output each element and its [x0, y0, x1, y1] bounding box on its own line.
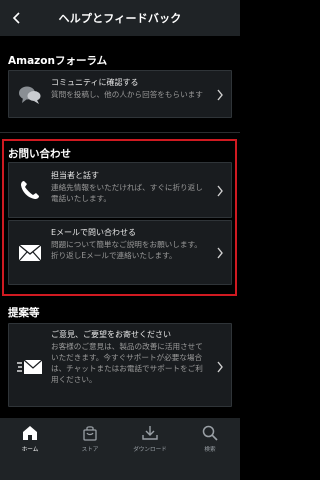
email-contact-card[interactable]: Eメールで問い合わせる 問題について簡単なご説明をお願いします。折り返しEメール… [8, 220, 232, 285]
community-card-text: コミュニティに確認する 質問を投稿し、他の人から回答をもらいます [51, 77, 209, 100]
nav-item-home[interactable]: ホーム [0, 418, 60, 480]
shopping-bag-icon [81, 424, 99, 442]
chevron-right-icon [215, 360, 225, 374]
envelope-icon [17, 240, 43, 266]
nav-label-home: ホーム [21, 447, 39, 453]
download-icon [141, 424, 159, 442]
back-button[interactable] [6, 7, 28, 29]
nav-item-download[interactable]: ダウンロード [120, 418, 180, 480]
email-contact-text: Eメールで問い合わせる 問題について簡単なご説明をお願いします。折り返しEメール… [51, 227, 209, 261]
phone-icon [17, 177, 43, 203]
feedback-card[interactable]: ご意見、ご要望をお寄せください お客様のご意見は、製品の改善に活用させていただき… [8, 323, 232, 407]
talk-to-agent-desc: 連絡先情報をいただければ、すぐに折り返し電話いたします。 [51, 183, 203, 203]
email-contact-desc: 問題について簡単なご説明をお願いします。折り返しEメールで連絡いたします。 [51, 240, 202, 260]
community-card-title: コミュニティに確認する [51, 78, 139, 87]
feedback-card-desc: お客様のご意見は、製品の改善に活用させていただきます。今すぐサポートが必要な場合… [51, 342, 203, 384]
talk-to-agent-text: 担当者と話す 連絡先情報をいただければ、すぐに折り返し電話いたします。 [51, 170, 209, 204]
talk-to-agent-card[interactable]: 担当者と話す 連絡先情報をいただければ、すぐに折り返し電話いたします。 [8, 162, 232, 218]
home-icon [21, 424, 39, 442]
chevron-right-icon [215, 88, 225, 102]
help-feedback-screen: ヘルプとフィードバック Amazonフォーラム コミュニティに確認する 質問を投… [0, 0, 240, 480]
feedback-card-text: ご意見、ご要望をお寄せください お客様のご意見は、製品の改善に活用させていただき… [51, 329, 209, 385]
feedback-card-title: ご意見、ご要望をお寄せください [51, 330, 171, 339]
section-title-contact: お問い合わせ [8, 148, 71, 160]
chat-bubbles-icon [17, 82, 43, 108]
section-title-forum: Amazonフォーラム [8, 55, 108, 67]
bottom-nav: ホーム ストア ダウンロード 検索 [0, 418, 240, 480]
community-card-desc: 質問を投稿し、他の人から回答をもらいます [51, 90, 203, 99]
nav-label-store: ストア [81, 447, 99, 453]
section-title-suggestions: 提案等 [8, 307, 40, 319]
nav-item-store[interactable]: ストア [60, 418, 120, 480]
search-icon [201, 424, 219, 442]
page-title: ヘルプとフィードバック [58, 12, 182, 25]
chevron-right-icon [215, 184, 225, 198]
nav-label-download: ダウンロード [133, 447, 167, 453]
nav-label-search: 検索 [204, 447, 216, 453]
talk-to-agent-title: 担当者と話す [51, 171, 99, 180]
chevron-left-icon [12, 12, 20, 24]
nav-item-search[interactable]: 検索 [180, 418, 240, 480]
chevron-right-icon [215, 246, 225, 260]
app-header: ヘルプとフィードバック [0, 0, 240, 36]
section-divider [0, 132, 240, 133]
send-mail-icon [17, 354, 43, 380]
email-contact-title: Eメールで問い合わせる [51, 228, 137, 237]
community-card[interactable]: コミュニティに確認する 質問を投稿し、他の人から回答をもらいます [8, 70, 232, 118]
